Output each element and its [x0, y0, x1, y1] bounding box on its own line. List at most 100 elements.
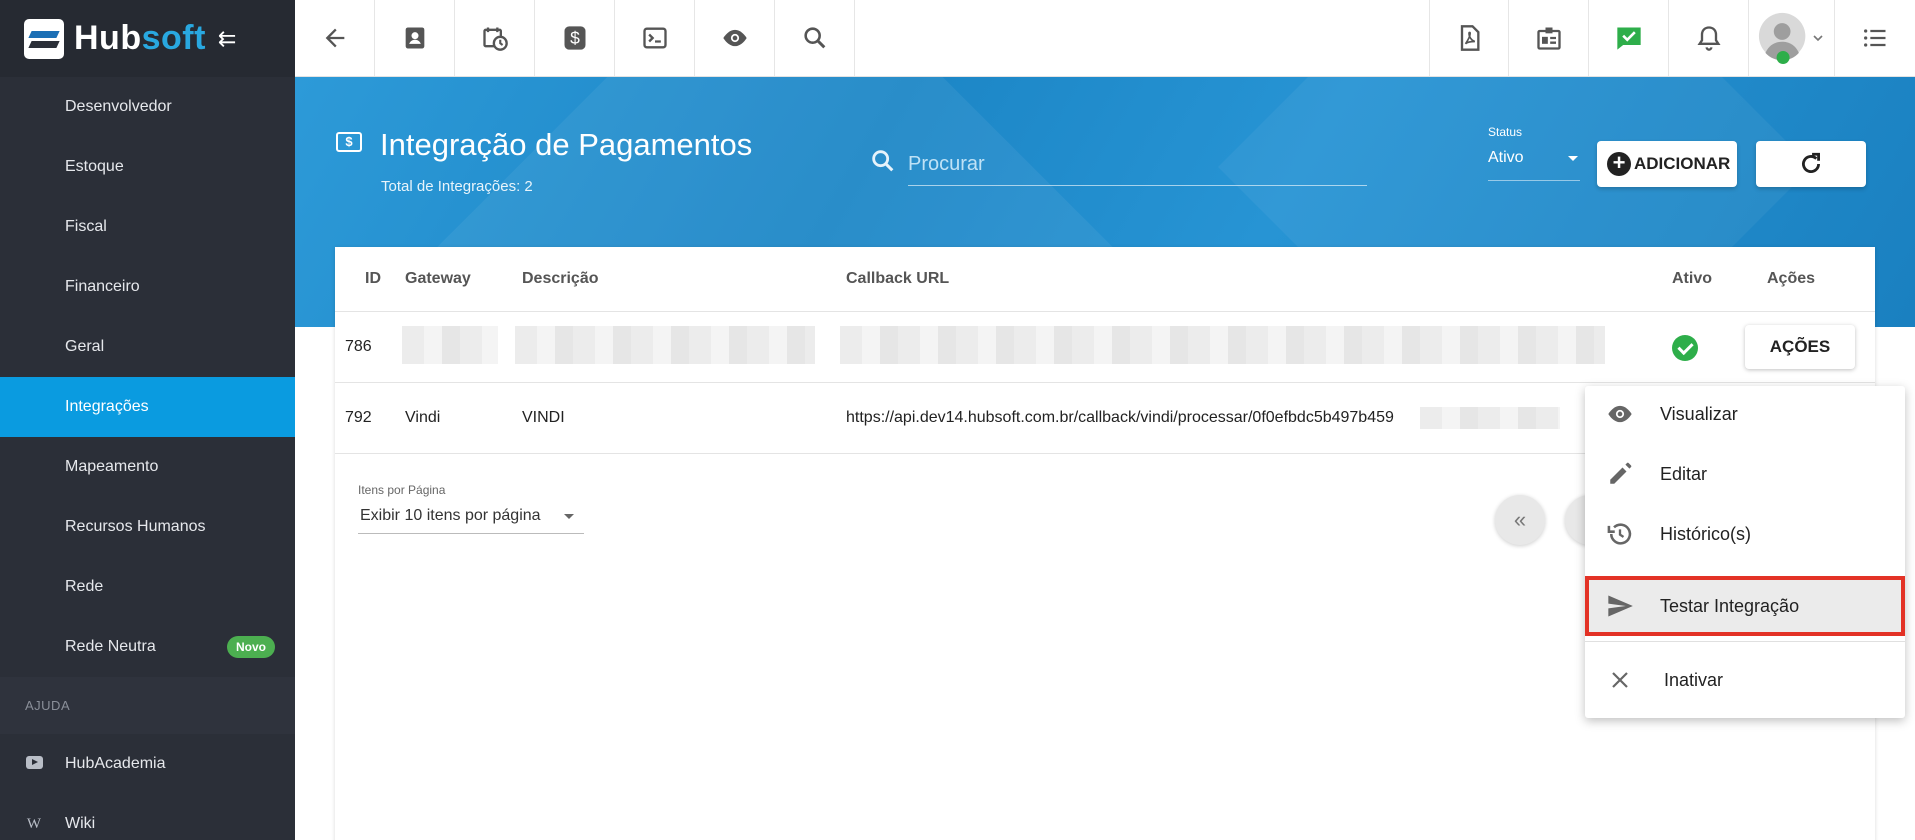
menu-item-editar[interactable]: Editar [1585, 446, 1905, 502]
avatar [1758, 12, 1805, 64]
column-header-ativo: Ativo [1672, 270, 1712, 287]
sidebar-item-label: Mapeamento [65, 458, 159, 475]
column-header-id: ID [365, 270, 381, 287]
list-menu-button[interactable] [1835, 0, 1915, 76]
column-header-gateway: Gateway [405, 270, 471, 287]
redacted-gateway [402, 326, 498, 364]
sidebar-item-rede-neutra[interactable]: Rede Neutra Novo [0, 617, 295, 677]
youtube-icon [25, 756, 43, 772]
badge-button[interactable] [1509, 0, 1589, 76]
eye-icon [1605, 400, 1635, 428]
chat-check-icon [1616, 27, 1641, 50]
sidebar-item-desenvolvedor[interactable]: Desenvolvedor [0, 77, 295, 137]
list-icon [1864, 29, 1886, 47]
per-page-value: Exibir 10 itens por página [360, 507, 541, 524]
sidebar-item-mapeamento[interactable]: Mapeamento [0, 437, 295, 497]
active-check-icon [1672, 335, 1698, 361]
column-header-descricao: Descrição [522, 270, 599, 287]
schedule-button[interactable] [455, 0, 535, 76]
double-chevron-left-icon: « [1513, 507, 1527, 532]
bell-icon [1696, 26, 1721, 51]
column-header-callback: Callback URL [846, 270, 950, 287]
per-page-label: Itens por Página [358, 483, 446, 497]
sidebar-item-wiki[interactable]: W Wiki [0, 794, 295, 840]
add-button-label: ADICIONAR [1634, 154, 1731, 173]
add-button[interactable]: + ADICIONAR [1597, 141, 1737, 187]
redacted-callback [840, 326, 1605, 364]
sidebar-item-label: Rede Neutra [65, 638, 156, 655]
refresh-icon [1802, 152, 1820, 173]
redacted-callback-tail [1420, 407, 1560, 429]
sidebar-item-recursos-humanos[interactable]: Recursos Humanos [0, 497, 295, 557]
view-button[interactable] [695, 0, 775, 76]
sidebar-item-label: Rede [65, 578, 104, 595]
refresh-button[interactable] [1756, 141, 1866, 187]
menu-item-label: Editar [1660, 463, 1708, 484]
search-input[interactable] [908, 144, 1367, 186]
search-icon [803, 27, 825, 49]
menu-divider [1585, 641, 1905, 642]
notifications-button[interactable] [1669, 0, 1749, 76]
menu-item-historico[interactable]: Histórico(s) [1585, 506, 1905, 562]
cell-id: 792 [345, 409, 372, 426]
sidebar-item-rede[interactable]: Rede [0, 557, 295, 617]
eye-icon [722, 29, 747, 47]
sidebar-item-integracoes[interactable]: Integrações [0, 377, 295, 437]
pdf-icon [1460, 25, 1480, 51]
badge-icon [1536, 27, 1561, 50]
close-icon [1605, 668, 1635, 692]
financial-button[interactable]: $ [535, 0, 615, 76]
per-page-select[interactable]: Exibir 10 itens por página [358, 502, 584, 534]
pdf-button[interactable] [1429, 0, 1509, 76]
sidebar-item-fiscal[interactable]: Fiscal [0, 197, 295, 257]
svg-text:$: $ [570, 28, 580, 48]
menu-item-visualizar[interactable]: Visualizar [1585, 386, 1905, 442]
sidebar-section-ajuda: AJUDA [0, 677, 295, 734]
sidebar-item-label: Geral [65, 338, 105, 355]
top-toolbar: $ [295, 0, 1915, 77]
cell-gateway: Vindi [405, 409, 441, 426]
back-button[interactable] [295, 0, 375, 76]
plus-circle-icon: + [1607, 152, 1631, 176]
wikipedia-icon: W [26, 815, 42, 832]
contacts-button[interactable] [375, 0, 455, 76]
chat-button[interactable] [1589, 0, 1669, 76]
payment-icon: $ [336, 132, 362, 152]
menu-item-inativar[interactable]: Inativar [1585, 652, 1905, 708]
sidebar-item-hubacademia[interactable]: HubAcademia [0, 734, 295, 794]
sidebar-item-label: Wiki [65, 815, 96, 832]
collapse-sidebar-icon[interactable]: ⇇ [218, 26, 236, 52]
new-badge: Novo [227, 636, 275, 658]
hubsoft-logo-icon [24, 18, 64, 59]
menu-item-label: Inativar [1664, 669, 1724, 690]
sidebar-item-label: HubAcademia [65, 755, 166, 772]
dollar-icon: $ [564, 26, 585, 50]
caret-down-icon [564, 514, 574, 519]
terminal-button[interactable] [615, 0, 695, 76]
status-select[interactable]: Ativo [1488, 149, 1580, 181]
sidebar-item-financeiro[interactable]: Financeiro [0, 257, 295, 317]
sidebar-header: Hubsoft ⇇ [0, 0, 295, 77]
table-header: ID Gateway Descrição Callback URL Ativo … [335, 247, 1875, 312]
sidebar-item-label: Recursos Humanos [65, 518, 206, 535]
menu-item-testar-integracao[interactable]: Testar Integração [1585, 576, 1905, 636]
page-subtitle: Total de Integrações: 2 [381, 178, 533, 195]
brand-logo: Hubsoft [74, 19, 206, 57]
user-menu-button[interactable] [1749, 0, 1835, 76]
sidebar-item-label: Financeiro [65, 278, 140, 295]
sidebar-item-geral[interactable]: Geral [0, 317, 295, 377]
status-value: Ativo [1488, 149, 1524, 166]
calendar-clock-icon [482, 27, 508, 51]
menu-item-label: Testar Integração [1660, 595, 1800, 616]
search-button[interactable] [775, 0, 855, 76]
menu-item-label: Histórico(s) [1660, 523, 1752, 544]
sidebar-item-label: Integrações [65, 398, 149, 415]
sidebar-item-estoque[interactable]: Estoque [0, 137, 295, 197]
sidebar: Hubsoft ⇇ Desenvolvedor Estoque Fiscal F… [0, 0, 295, 840]
pencil-icon [1605, 461, 1635, 487]
sidebar-item-label: Estoque [65, 158, 124, 175]
actions-button[interactable]: AÇÕES [1745, 325, 1855, 369]
search-icon [869, 147, 897, 180]
first-page-button[interactable]: « [1495, 495, 1545, 545]
table-row: 786 AÇÕES [335, 312, 1875, 383]
